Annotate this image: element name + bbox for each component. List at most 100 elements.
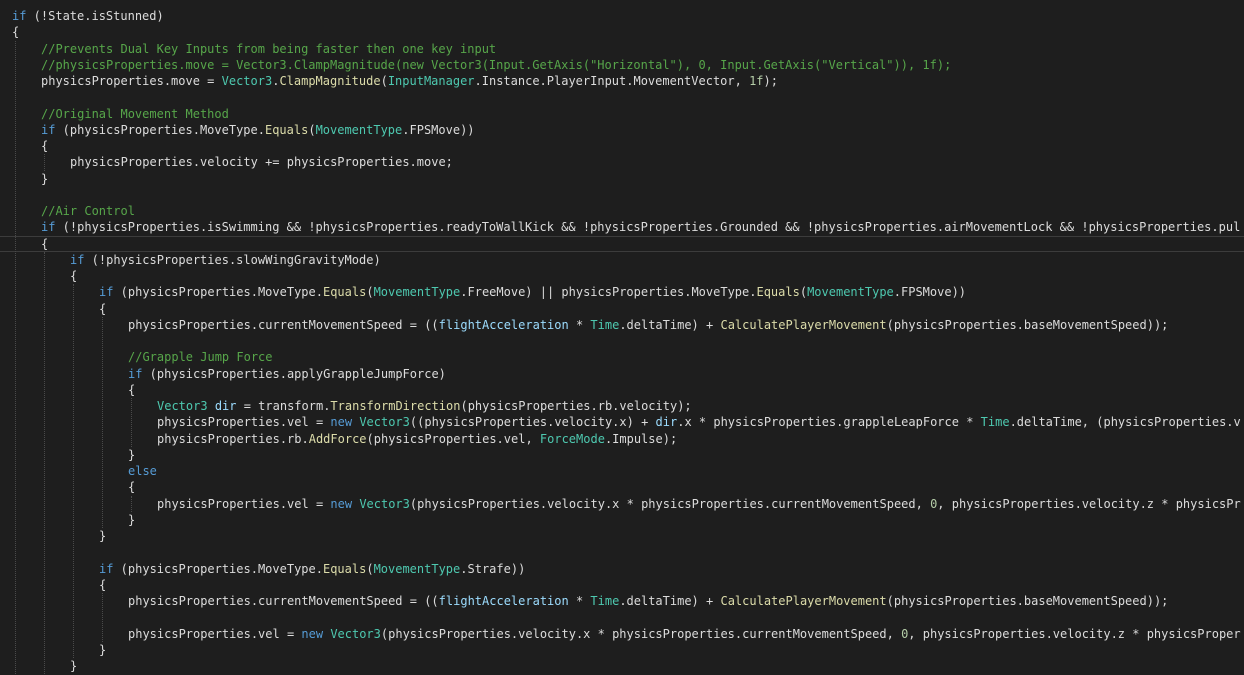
code-token: (physicsProperties.baseMovementSpeed)); xyxy=(886,594,1169,608)
code-token: physicsProperties.vel = xyxy=(157,415,331,430)
code-token: { xyxy=(128,480,136,495)
code-line[interactable]: if (!State.isStunned) xyxy=(12,8,164,24)
code-line[interactable]: } xyxy=(99,642,106,658)
code-token: .deltaTime) + xyxy=(619,317,721,332)
code-token: { xyxy=(128,382,136,397)
code-line[interactable]: if (physicsProperties.applyGrappleJumpFo… xyxy=(128,366,446,382)
code-token: dir xyxy=(214,399,237,413)
code-token: { xyxy=(41,139,49,153)
code-token: flightAcceleration xyxy=(438,317,569,332)
code-token: ( xyxy=(380,74,388,88)
code-line[interactable]: //physicsProperties.move = Vector3.Clamp… xyxy=(41,57,951,73)
code-token: (physicsProperties.vel, xyxy=(366,431,540,446)
code-token: physicsProperties.velocity += physicsPro… xyxy=(70,155,453,170)
code-token: if xyxy=(99,561,114,576)
code-token: new xyxy=(301,626,324,641)
code-token: } xyxy=(128,512,136,527)
code-line[interactable]: physicsProperties.velocity += physicsPro… xyxy=(70,154,453,170)
code-token: physicsProperties.vel = xyxy=(128,626,302,641)
code-line[interactable]: if (!physicsProperties.isSwimming && !ph… xyxy=(41,219,1240,235)
code-token: if xyxy=(128,366,143,381)
code-token: ClampMagnitude xyxy=(279,74,381,88)
code-token: //physicsProperties.move = Vector3.Clamp… xyxy=(41,57,952,72)
code-token: Equals xyxy=(264,122,309,137)
indent-guide xyxy=(131,495,132,512)
code-token: .deltaTime) + xyxy=(619,594,721,608)
code-token: .deltaTime, (physicsProperties.v xyxy=(1009,415,1241,430)
code-token: if xyxy=(41,122,56,137)
code-line[interactable]: physicsProperties.currentMovementSpeed =… xyxy=(128,317,1168,333)
code-token: (physicsProperties.velocity.x * physicsP… xyxy=(409,496,931,511)
code-line[interactable]: { xyxy=(99,301,106,317)
code-line[interactable]: { xyxy=(12,24,19,40)
code-token: MovementType xyxy=(373,285,461,300)
code-line[interactable]: { xyxy=(128,382,135,398)
code-token: Vector3 xyxy=(157,399,208,413)
code-token: (physicsProperties.MoveType. xyxy=(113,561,323,576)
code-token: else xyxy=(128,464,157,478)
code-line[interactable]: else xyxy=(128,463,157,479)
code-token: new xyxy=(330,415,353,430)
indent-guide xyxy=(102,593,103,642)
code-token: Time xyxy=(590,317,620,332)
code-token: Time xyxy=(590,594,620,608)
indent-guide xyxy=(73,284,74,658)
code-token: if xyxy=(12,9,27,23)
code-token: ( xyxy=(366,285,374,300)
code-token: } xyxy=(41,171,49,186)
code-token: .FPSMove)) xyxy=(893,285,967,300)
code-token: physicsProperties.currentMovementSpeed =… xyxy=(128,594,439,608)
code-token: = transform. xyxy=(236,399,331,413)
code-line[interactable]: physicsProperties.vel = new Vector3((phy… xyxy=(157,414,1241,430)
code-line[interactable]: { xyxy=(41,236,48,252)
code-editor[interactable]: if (!State.isStunned){//Prevents Dual Ke… xyxy=(0,0,1244,675)
code-token: Vector3 xyxy=(221,74,273,88)
code-token: physicsProperties.currentMovementSpeed =… xyxy=(128,317,439,332)
code-token: CalculatePlayerMovement xyxy=(720,317,887,332)
code-token: (physicsProperties.MoveType. xyxy=(113,285,323,300)
code-line[interactable]: //Prevents Dual Key Inputs from being fa… xyxy=(41,41,496,57)
code-line[interactable]: physicsProperties.vel = new Vector3(phys… xyxy=(157,496,1241,512)
code-token: (!physicsProperties.slowWingGravityMode) xyxy=(84,252,381,267)
code-line[interactable]: if (physicsProperties.MoveType.Equals(Mo… xyxy=(99,284,966,300)
code-line[interactable]: physicsProperties.currentMovementSpeed =… xyxy=(128,593,1168,609)
code-token: physicsProperties.rb. xyxy=(157,431,309,446)
code-line[interactable]: physicsProperties.move = Vector3.ClampMa… xyxy=(41,73,778,89)
code-line[interactable]: if (physicsProperties.MoveType.Equals(Mo… xyxy=(41,122,475,138)
code-token: ( xyxy=(308,122,316,137)
code-token: } xyxy=(99,529,107,543)
code-line[interactable]: physicsProperties.vel = new Vector3(phys… xyxy=(128,626,1241,642)
code-token: //Original Movement Method xyxy=(41,106,229,121)
code-line[interactable]: } xyxy=(99,528,106,544)
code-line[interactable]: physicsProperties.rb.AddForce(physicsPro… xyxy=(157,431,677,447)
code-line[interactable]: } xyxy=(70,658,77,674)
code-line[interactable]: { xyxy=(99,577,106,593)
code-line[interactable]: //Air Control xyxy=(41,203,135,219)
code-token: MovementType xyxy=(807,285,894,300)
code-token: (physicsProperties.rb.velocity); xyxy=(460,399,692,413)
code-token: ForceMode xyxy=(539,431,605,446)
code-token: } xyxy=(70,659,78,673)
code-token: if xyxy=(41,220,56,235)
code-token: Equals xyxy=(322,285,367,300)
code-line[interactable]: { xyxy=(41,138,48,154)
code-line[interactable]: } xyxy=(128,447,135,463)
code-line[interactable]: } xyxy=(128,512,135,528)
code-line[interactable]: } xyxy=(41,171,48,187)
code-line[interactable]: { xyxy=(70,268,77,284)
code-token: //Grapple Jump Force xyxy=(128,350,273,365)
code-token: { xyxy=(70,269,78,283)
code-token: ((physicsProperties.velocity.x) + xyxy=(409,415,656,430)
indent-guide xyxy=(44,251,45,675)
code-line[interactable]: if (physicsProperties.MoveType.Equals(Mo… xyxy=(99,561,525,577)
code-line[interactable]: Vector3 dir = transform.TransformDirecti… xyxy=(157,398,692,414)
code-line[interactable]: //Original Movement Method xyxy=(41,106,229,122)
code-line[interactable]: if (!physicsProperties.slowWingGravityMo… xyxy=(70,252,381,268)
code-token: { xyxy=(99,577,107,592)
code-token: .FPSMove)) xyxy=(402,122,475,137)
code-line[interactable]: //Grapple Jump Force xyxy=(128,349,273,365)
code-token: * xyxy=(568,317,591,332)
code-line[interactable]: { xyxy=(128,479,135,495)
code-token: //Prevents Dual Key Inputs from being fa… xyxy=(41,41,497,56)
